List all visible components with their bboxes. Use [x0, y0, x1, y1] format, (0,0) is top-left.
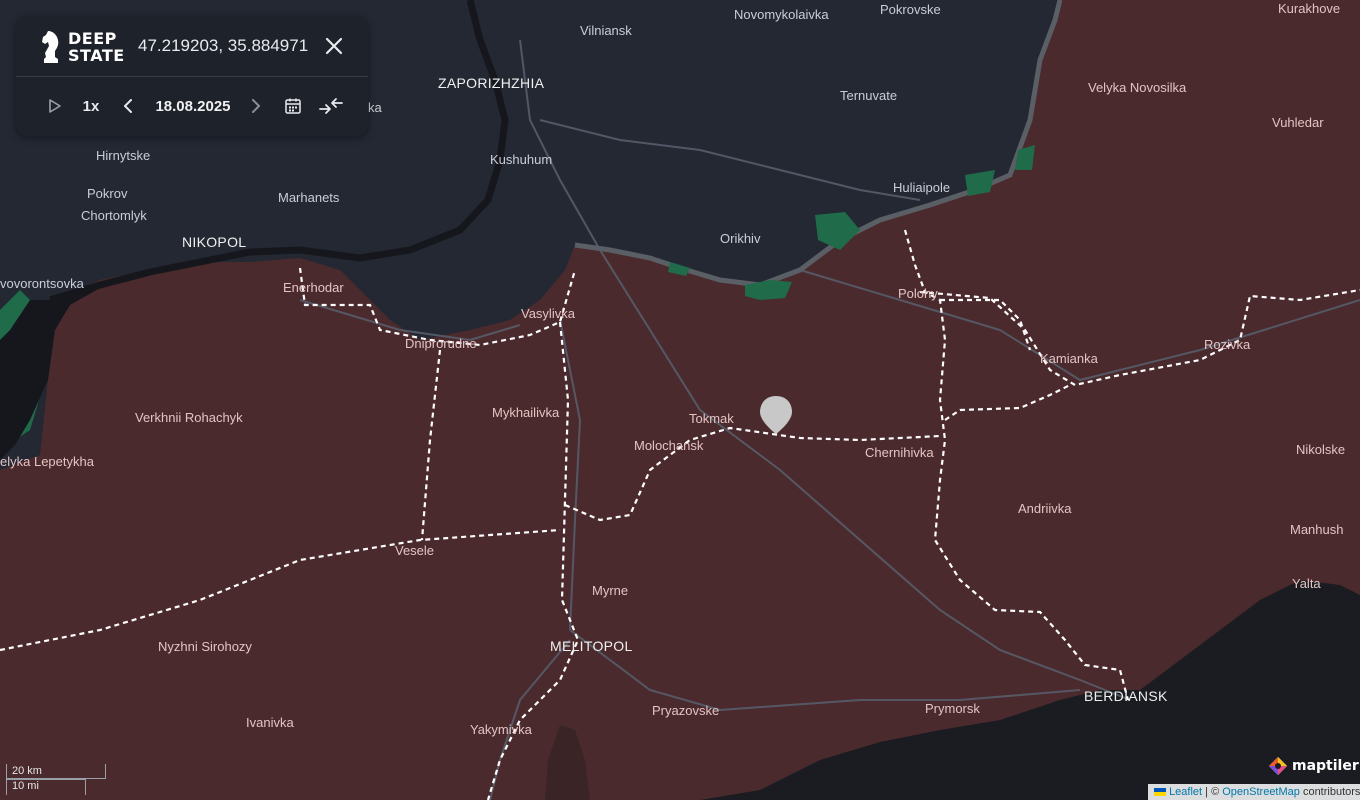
label-kushuhum: Kushuhum	[490, 152, 552, 167]
label-ternuvate: Ternuvate	[840, 88, 897, 103]
label-chernihivka: Chernihivka	[865, 445, 934, 460]
maptiler-text: maptiler	[1292, 758, 1359, 774]
label-dniprorudne: Dniprorudne	[405, 336, 477, 351]
panel-header: DEEP STATE 47.219203, 35.884971	[16, 16, 368, 77]
label-velyka-novosilka: Velyka Novosilka	[1088, 80, 1187, 95]
label-vilniansk: Vilniansk	[580, 23, 632, 38]
leaflet-link[interactable]: Leaflet	[1169, 786, 1202, 798]
chevron-right-icon	[252, 99, 260, 113]
label-mykhailivka: Mykhailivka	[492, 405, 560, 420]
osm-link[interactable]: OpenStreetMap	[1222, 786, 1300, 798]
next-date-button[interactable]	[248, 96, 264, 116]
label-vasylivka: Vasylivka	[521, 306, 576, 321]
label-myrne: Myrne	[592, 583, 628, 598]
logo-line1: DEEP	[68, 29, 117, 48]
label-rozivka: Rozivka	[1204, 337, 1251, 352]
label-zaporizhzhia: ZAPORIZHZHIA	[438, 75, 545, 91]
label-pryazovske: Pryazovske	[652, 703, 719, 718]
ukraine-flag-icon	[1154, 788, 1166, 796]
calendar-button[interactable]	[284, 96, 302, 116]
play-button[interactable]	[46, 96, 64, 116]
label-vuhledar: Vuhledar	[1272, 115, 1324, 130]
scale-imperial-label: 10 mi	[12, 780, 39, 792]
label-nikopol: NIKOPOL	[182, 234, 246, 250]
play-icon	[49, 99, 61, 113]
coordinates-readout: 47.219203, 35.884971	[138, 36, 309, 55]
close-button[interactable]	[324, 36, 344, 56]
label-novomykolaivka: Novomykolaivka	[734, 7, 829, 22]
label-polohy: Polohy	[898, 286, 938, 301]
control-panel: DEEP STATE 47.219203, 35.884971 1x 18.08…	[16, 16, 368, 136]
label-verkhnii-rohachyk: Verkhnii Rohachyk	[135, 410, 243, 425]
scale-bar: 20 km 10 mi	[6, 764, 106, 796]
deepstate-logo[interactable]: DEEP STATE	[40, 28, 125, 66]
label-molochansk: Molochansk	[634, 438, 704, 453]
knight-chess-icon	[42, 31, 59, 63]
compare-arrows-icon	[319, 98, 343, 114]
label-enerhodar: Enerhodar	[283, 280, 344, 295]
label-berdiansk: BERDIANSK	[1084, 688, 1168, 704]
attribution-contributors: contributors	[1299, 786, 1360, 798]
timeline-controls: 1x 18.08.2025	[16, 76, 368, 136]
maptiler-icon	[1269, 757, 1287, 775]
label-kamianka: Kamianka	[1040, 351, 1099, 366]
scale-metric-label: 20 km	[12, 765, 42, 777]
map-attribution: Leaflet | © OpenStreetMap contributors	[1148, 784, 1360, 800]
close-icon	[325, 37, 343, 55]
label-manhush: Manhush	[1290, 522, 1343, 537]
label-kurakhove: Kurakhove	[1278, 1, 1340, 16]
label-melitopol: MELITOPOL	[550, 638, 633, 654]
label-vesele: Vesele	[395, 543, 434, 558]
label-ivanivka: Ivanivka	[246, 715, 294, 730]
label-andriivka: Andriivka	[1018, 501, 1072, 516]
label-tokmak: Tokmak	[689, 411, 734, 426]
label-ka: ka	[368, 100, 383, 115]
label-marhanets: Marhanets	[278, 190, 340, 205]
label-orikhiv: Orikhiv	[720, 231, 761, 246]
label-huliaipole: Huliaipole	[893, 180, 950, 195]
label-vovorontsovka: vovorontsovka	[0, 276, 85, 291]
label-pokrovske: Pokrovske	[880, 2, 941, 17]
maptiler-logo[interactable]: maptiler	[1268, 756, 1359, 776]
chevron-left-icon	[124, 99, 132, 113]
label-yakymivka: Yakymivka	[470, 722, 533, 737]
attribution-separator: | ©	[1202, 786, 1223, 798]
label-velyka-lepetykha: elyka Lepetykha	[0, 454, 95, 469]
previous-date-button[interactable]	[120, 96, 136, 116]
label-nikolske: Nikolske	[1296, 442, 1345, 457]
label-yalta: Yalta	[1292, 576, 1321, 591]
label-hirnytske: Hirnytske	[96, 148, 150, 163]
label-nyzhni-sirohozy: Nyzhni Sirohozy	[158, 639, 252, 654]
logo-line2: STATE	[68, 46, 125, 65]
label-prymorsk: Prymorsk	[925, 701, 980, 716]
label-chortomlyk: Chortomlyk	[81, 208, 147, 223]
compare-button[interactable]	[318, 96, 344, 116]
label-pokrov: Pokrov	[87, 186, 128, 201]
calendar-icon	[285, 98, 301, 114]
speed-toggle[interactable]: 1x	[80, 96, 102, 116]
date-display[interactable]: 18.08.2025	[148, 96, 238, 116]
